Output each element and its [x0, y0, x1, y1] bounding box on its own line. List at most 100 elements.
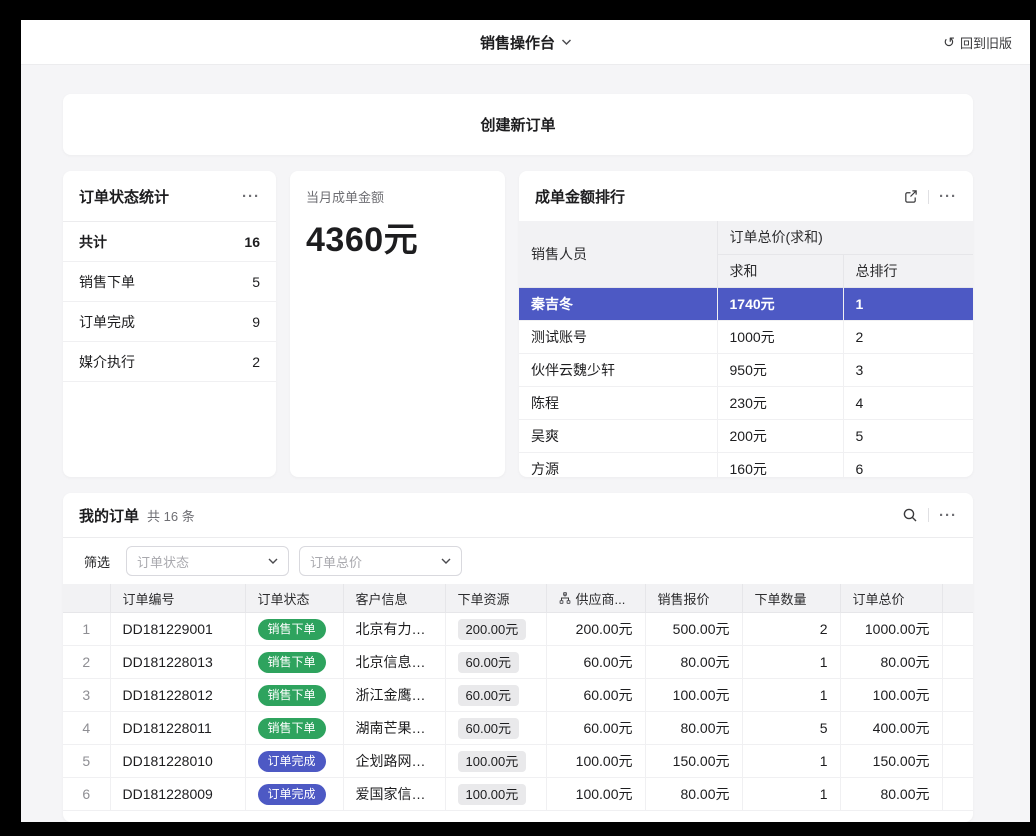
- cell-resource: 60.00元: [445, 679, 546, 712]
- resource-pill: 200.00元: [458, 619, 527, 640]
- cell-total: 150.00元: [840, 745, 942, 778]
- rank-sum: 230元: [717, 386, 843, 419]
- cell-resource: 100.00元: [445, 778, 546, 811]
- cell-status: 销售下单: [245, 613, 343, 646]
- status-row-total[interactable]: 共计 16: [63, 222, 276, 262]
- cell-total: 80.00元: [840, 778, 942, 811]
- status-badge: 销售下单: [258, 718, 326, 739]
- topbar: 销售操作台 ↺ 回到旧版: [21, 20, 1030, 65]
- cell-status: 销售下单: [245, 646, 343, 679]
- cell-qty: 1: [742, 745, 840, 778]
- more-icon[interactable]: ···: [939, 508, 957, 523]
- status-value: 9: [252, 314, 260, 330]
- rank-row[interactable]: 伙伴云魏少轩 950元 3: [519, 353, 973, 386]
- order-row[interactable]: 5 DD181228010 订单完成 企划路网络... 100.00元 100.…: [63, 745, 973, 778]
- cell-total: 400.00元: [840, 712, 942, 745]
- select-placeholder: 订单状态: [137, 552, 189, 571]
- col-header-quote: 销售报价: [645, 584, 742, 613]
- status-badge: 销售下单: [258, 652, 326, 673]
- amount-label: 当月成单金额: [306, 187, 489, 206]
- status-badge: 订单完成: [258, 751, 326, 772]
- status-row[interactable]: 订单完成 9: [63, 302, 276, 342]
- cell-total: 1000.00元: [840, 613, 942, 646]
- order-row[interactable]: 2 DD181228013 销售下单 北京信息大... 60.00元 60.00…: [63, 646, 973, 679]
- cell-order-no: DD181228010: [110, 745, 245, 778]
- status-row[interactable]: 销售下单 5: [63, 262, 276, 302]
- col-header-extra: [942, 584, 973, 613]
- divider: [928, 508, 929, 522]
- select-placeholder: 订单总价: [310, 552, 362, 571]
- status-card-header: 订单状态统计 ···: [63, 171, 276, 222]
- cell-quote: 500.00元: [645, 613, 742, 646]
- status-badge: 订单完成: [258, 784, 326, 805]
- order-row[interactable]: 4 DD181228011 销售下单 湖南芒果娱... 60.00元 60.00…: [63, 712, 973, 745]
- cell-resource: 200.00元: [445, 613, 546, 646]
- resource-pill: 60.00元: [458, 652, 520, 673]
- rank-row[interactable]: 吴爽 200元 5: [519, 419, 973, 452]
- more-icon[interactable]: ···: [939, 189, 957, 204]
- col-header-rank: 总排行: [843, 254, 973, 287]
- col-header-order-no: 订单编号: [110, 584, 245, 613]
- ranking-table: 销售人员 订单总价(求和) 求和 总排行 秦吉冬 1740元: [519, 221, 973, 477]
- rank-name: 陈程: [519, 386, 717, 419]
- resource-pill: 100.00元: [458, 784, 527, 805]
- status-row[interactable]: 媒介执行 2: [63, 342, 276, 382]
- col-header-sum: 求和: [717, 254, 843, 287]
- cell-status: 销售下单: [245, 679, 343, 712]
- rank-name: 方源: [519, 452, 717, 477]
- order-row[interactable]: 3 DD181228012 销售下单 浙江金鹰卡... 60.00元 60.00…: [63, 679, 973, 712]
- filter-order-status-select[interactable]: 订单状态: [126, 546, 289, 576]
- workspace-title-dropdown[interactable]: 销售操作台: [480, 32, 571, 53]
- orders-table: 订单编号 订单状态 客户信息 下单资源 供应商... 销售报价: [63, 584, 973, 811]
- rank-sum: 1740元: [717, 287, 843, 320]
- cell-quote: 100.00元: [645, 679, 742, 712]
- status-label: 订单完成: [79, 312, 135, 332]
- rank-row[interactable]: 陈程 230元 4: [519, 386, 973, 419]
- rank-position: 1: [843, 287, 973, 320]
- rank-row[interactable]: 测试账号 1000元 2: [519, 320, 973, 353]
- create-order-button[interactable]: 创建新订单: [63, 94, 973, 155]
- my-orders-card: 我的订单 共 16 条 ··· 筛选 订单状态: [63, 493, 973, 822]
- cell-quote: 80.00元: [645, 712, 742, 745]
- row-index: 3: [63, 679, 110, 712]
- cell-customer: 北京有力量...: [343, 613, 445, 646]
- status-value: 5: [252, 274, 260, 290]
- rank-position: 6: [843, 452, 973, 477]
- cell-supplier: 60.00元: [546, 646, 645, 679]
- more-icon[interactable]: ···: [242, 189, 260, 204]
- cell-customer: 北京信息大...: [343, 646, 445, 679]
- status-badge: 销售下单: [258, 685, 326, 706]
- cell-resource: 60.00元: [445, 712, 546, 745]
- cell-status: 订单完成: [245, 745, 343, 778]
- cell-supplier: 100.00元: [546, 778, 645, 811]
- rank-row[interactable]: 方源 160元 6: [519, 452, 973, 477]
- page-title: 销售操作台: [480, 32, 555, 53]
- cell-qty: 1: [742, 778, 840, 811]
- status-badge: 销售下单: [258, 619, 326, 640]
- cell-extra: [942, 613, 973, 646]
- rank-name: 秦吉冬: [519, 287, 717, 320]
- back-to-old-version-button[interactable]: ↺ 回到旧版: [943, 33, 1012, 52]
- main-content: 创建新订单 订单状态统计 ··· 共计 16 销售下单: [21, 65, 1030, 822]
- rank-row[interactable]: 秦吉冬 1740元 1: [519, 287, 973, 320]
- cell-qty: 5: [742, 712, 840, 745]
- rank-position: 4: [843, 386, 973, 419]
- rank-name: 测试账号: [519, 320, 717, 353]
- search-icon[interactable]: [902, 507, 918, 523]
- cell-quote: 80.00元: [645, 646, 742, 679]
- order-status-card: 订单状态统计 ··· 共计 16 销售下单 5 订单完成: [63, 171, 276, 477]
- open-in-new-icon[interactable]: [903, 189, 918, 204]
- filter-order-total-select[interactable]: 订单总价: [299, 546, 462, 576]
- cell-status: 销售下单: [245, 712, 343, 745]
- cell-total: 100.00元: [840, 679, 942, 712]
- order-row[interactable]: 1 DD181229001 销售下单 北京有力量... 200.00元 200.…: [63, 613, 973, 646]
- resource-pill: 100.00元: [458, 751, 527, 772]
- status-list: 共计 16 销售下单 5 订单完成 9 媒介执行: [63, 222, 276, 382]
- row-index: 4: [63, 712, 110, 745]
- cell-customer: 湖南芒果娱...: [343, 712, 445, 745]
- cell-order-no: DD181228009: [110, 778, 245, 811]
- divider: [928, 190, 929, 204]
- resource-pill: 60.00元: [458, 685, 520, 706]
- rank-sum: 950元: [717, 353, 843, 386]
- order-row[interactable]: 6 DD181228009 订单完成 爱国家信息... 100.00元 100.…: [63, 778, 973, 811]
